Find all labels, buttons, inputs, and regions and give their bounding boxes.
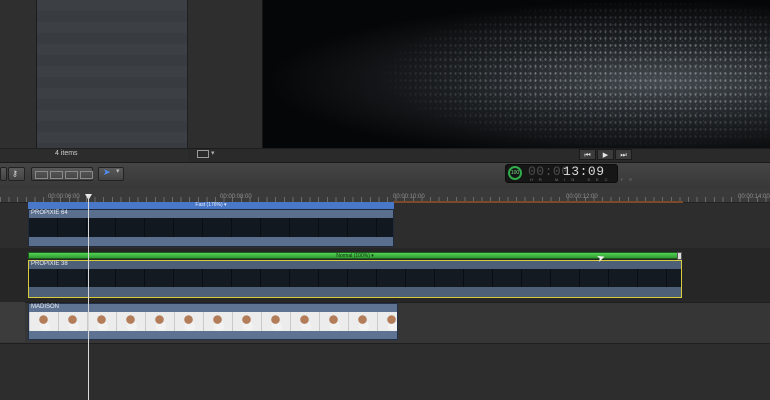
chevron-down-icon[interactable]: ▾ bbox=[116, 167, 120, 175]
keyword-button[interactable]: ⚷ bbox=[8, 167, 25, 181]
ruler-label: 00:00:12:00 bbox=[566, 194, 598, 200]
playhead[interactable] bbox=[88, 196, 89, 400]
connect-icon bbox=[35, 171, 48, 179]
timeline-clip-selected[interactable]: PROPIXIE 38 bbox=[28, 260, 682, 298]
ruler-label: 00:00:10:00 bbox=[393, 194, 425, 200]
viewer-footer bbox=[188, 148, 770, 163]
clip-name: PROPIXIE 38 bbox=[31, 261, 68, 267]
insert-icon bbox=[50, 171, 63, 179]
background-tasks-indicator[interactable]: 100 bbox=[508, 166, 522, 180]
play-button[interactable]: ▶ bbox=[597, 149, 614, 160]
clip-filmstrip bbox=[29, 269, 681, 287]
timeline-clip[interactable]: MADISON bbox=[28, 303, 398, 340]
ruler-label: 00:00:06:00 bbox=[48, 194, 80, 200]
chevron-down-icon[interactable]: ▾ bbox=[211, 149, 215, 157]
timeline-clip[interactable]: PROPIXIE 64 bbox=[28, 209, 394, 247]
clip-name: PROPIXIE 64 bbox=[31, 210, 68, 216]
select-arrow-icon[interactable]: ➤ bbox=[103, 167, 111, 178]
browser-sidebar bbox=[0, 0, 37, 148]
ruler-label: 00:00:08:00 bbox=[220, 194, 252, 200]
browser-panel bbox=[188, 0, 263, 148]
clip-name: MADISON bbox=[31, 304, 60, 310]
toolbar-button[interactable] bbox=[0, 167, 7, 181]
viewer bbox=[263, 0, 770, 148]
retime-bar-fast[interactable]: Fast (176%) ▾ bbox=[28, 202, 394, 209]
retime-handle[interactable] bbox=[677, 252, 682, 260]
previous-edit-button[interactable]: ⏮ bbox=[579, 149, 596, 160]
timecode-units: HR MIN SEC FR bbox=[530, 177, 638, 182]
clip-filmstrip bbox=[29, 218, 393, 237]
retime-bar-normal[interactable]: Normal (100%) ▾ bbox=[28, 252, 682, 259]
storyline-edge bbox=[0, 302, 25, 342]
items-count: 4 items bbox=[55, 150, 78, 157]
key-icon: ⚷ bbox=[12, 169, 18, 178]
ruler-label: 00:00:14:00 bbox=[738, 194, 770, 200]
next-edit-button[interactable]: ⏭ bbox=[615, 149, 632, 160]
browser-list[interactable] bbox=[37, 0, 188, 148]
tool-menu-button[interactable] bbox=[98, 167, 124, 181]
append-icon bbox=[65, 171, 78, 179]
render-bar bbox=[393, 201, 683, 203]
overwrite-icon bbox=[80, 171, 93, 179]
display-options-icon[interactable] bbox=[197, 150, 209, 158]
clip-filmstrip bbox=[29, 312, 397, 331]
viewer-frame-image bbox=[383, 0, 770, 148]
edit-mode-buttons[interactable] bbox=[31, 167, 93, 181]
